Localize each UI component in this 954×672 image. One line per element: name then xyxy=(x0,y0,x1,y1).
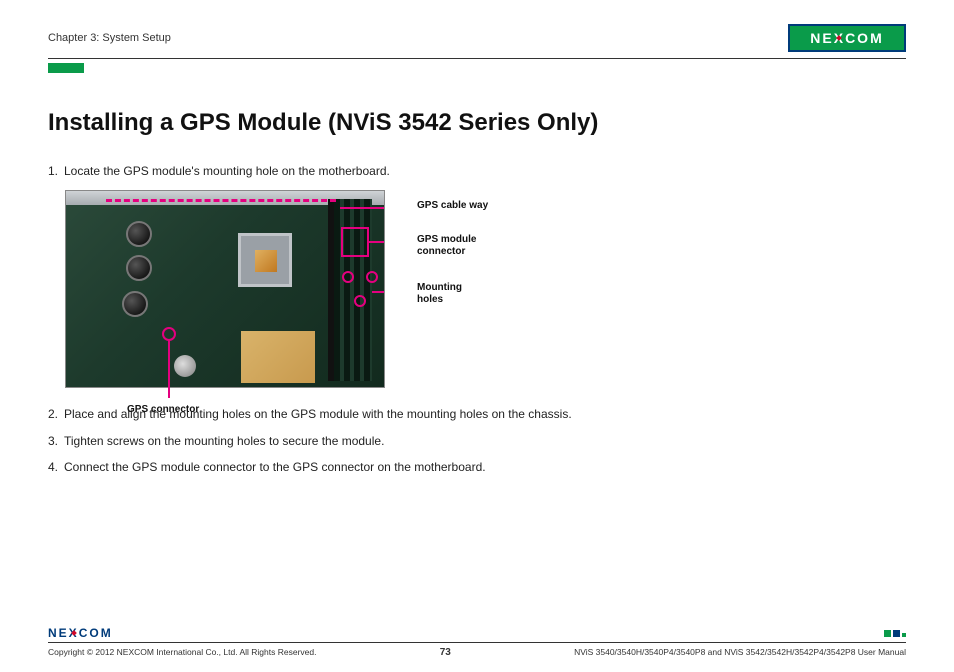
footer-logo: NEXCOM xyxy=(48,626,113,640)
step-3-number: 3. xyxy=(48,433,64,450)
callout-mounting-holes: Mounting holes xyxy=(417,282,487,306)
annotation-mounting-hole xyxy=(342,271,354,283)
annotation-mounting-hole xyxy=(366,271,378,283)
header-rule xyxy=(48,58,906,59)
annotation-mounting-hole xyxy=(354,295,366,307)
annotation-module-connector xyxy=(341,227,369,257)
step-3: 3. Tighten screws on the mounting holes … xyxy=(48,433,608,450)
annotation-cable-way xyxy=(106,199,336,202)
footer-logo-left: NE xyxy=(48,626,69,640)
footer-doc-ref: NViS 3540/3540H/3540P4/3540P8 and NViS 3… xyxy=(574,647,906,657)
footer-logo-right: COM xyxy=(79,626,113,640)
step-2-number: 2. xyxy=(48,406,64,423)
step-4-number: 4. xyxy=(48,459,64,476)
chapter-label: Chapter 3: System Setup xyxy=(48,32,171,44)
brand-logo: NEXCOM xyxy=(788,24,906,52)
step-1: 1. Locate the GPS module's mounting hole… xyxy=(48,163,608,180)
logo-part-right: COM xyxy=(845,30,884,46)
step-4: 4. Connect the GPS module connector to t… xyxy=(48,459,608,476)
step-1-number: 1. xyxy=(48,163,64,180)
step-4-text: Connect the GPS module connector to the … xyxy=(64,459,608,476)
logo-part-x: X xyxy=(834,30,845,46)
callout-cable-way: GPS cable way xyxy=(417,200,488,212)
page-title: Installing a GPS Module (NViS 3542 Serie… xyxy=(48,109,906,137)
footer-rule xyxy=(48,642,906,643)
step-1-text: Locate the GPS module's mounting hole on… xyxy=(64,163,608,180)
callout-gps-connector: GPS connector xyxy=(127,404,199,416)
footer-logo-x: X xyxy=(69,626,79,640)
motherboard-figure: GPS cable way GPS module connector Mount… xyxy=(65,190,565,388)
step-3-text: Tighten screws on the mounting holes to … xyxy=(64,433,608,450)
footer-decoration-icon xyxy=(884,630,906,637)
annotation-gps-connector xyxy=(162,327,176,341)
logo-part-left: NE xyxy=(810,30,833,46)
section-tab xyxy=(48,63,84,73)
footer-copyright: Copyright © 2012 NEXCOM International Co… xyxy=(48,647,316,657)
callout-module-connector: GPS module connector xyxy=(417,234,497,258)
motherboard-photo xyxy=(65,190,385,388)
footer-page-number: 73 xyxy=(440,647,451,658)
